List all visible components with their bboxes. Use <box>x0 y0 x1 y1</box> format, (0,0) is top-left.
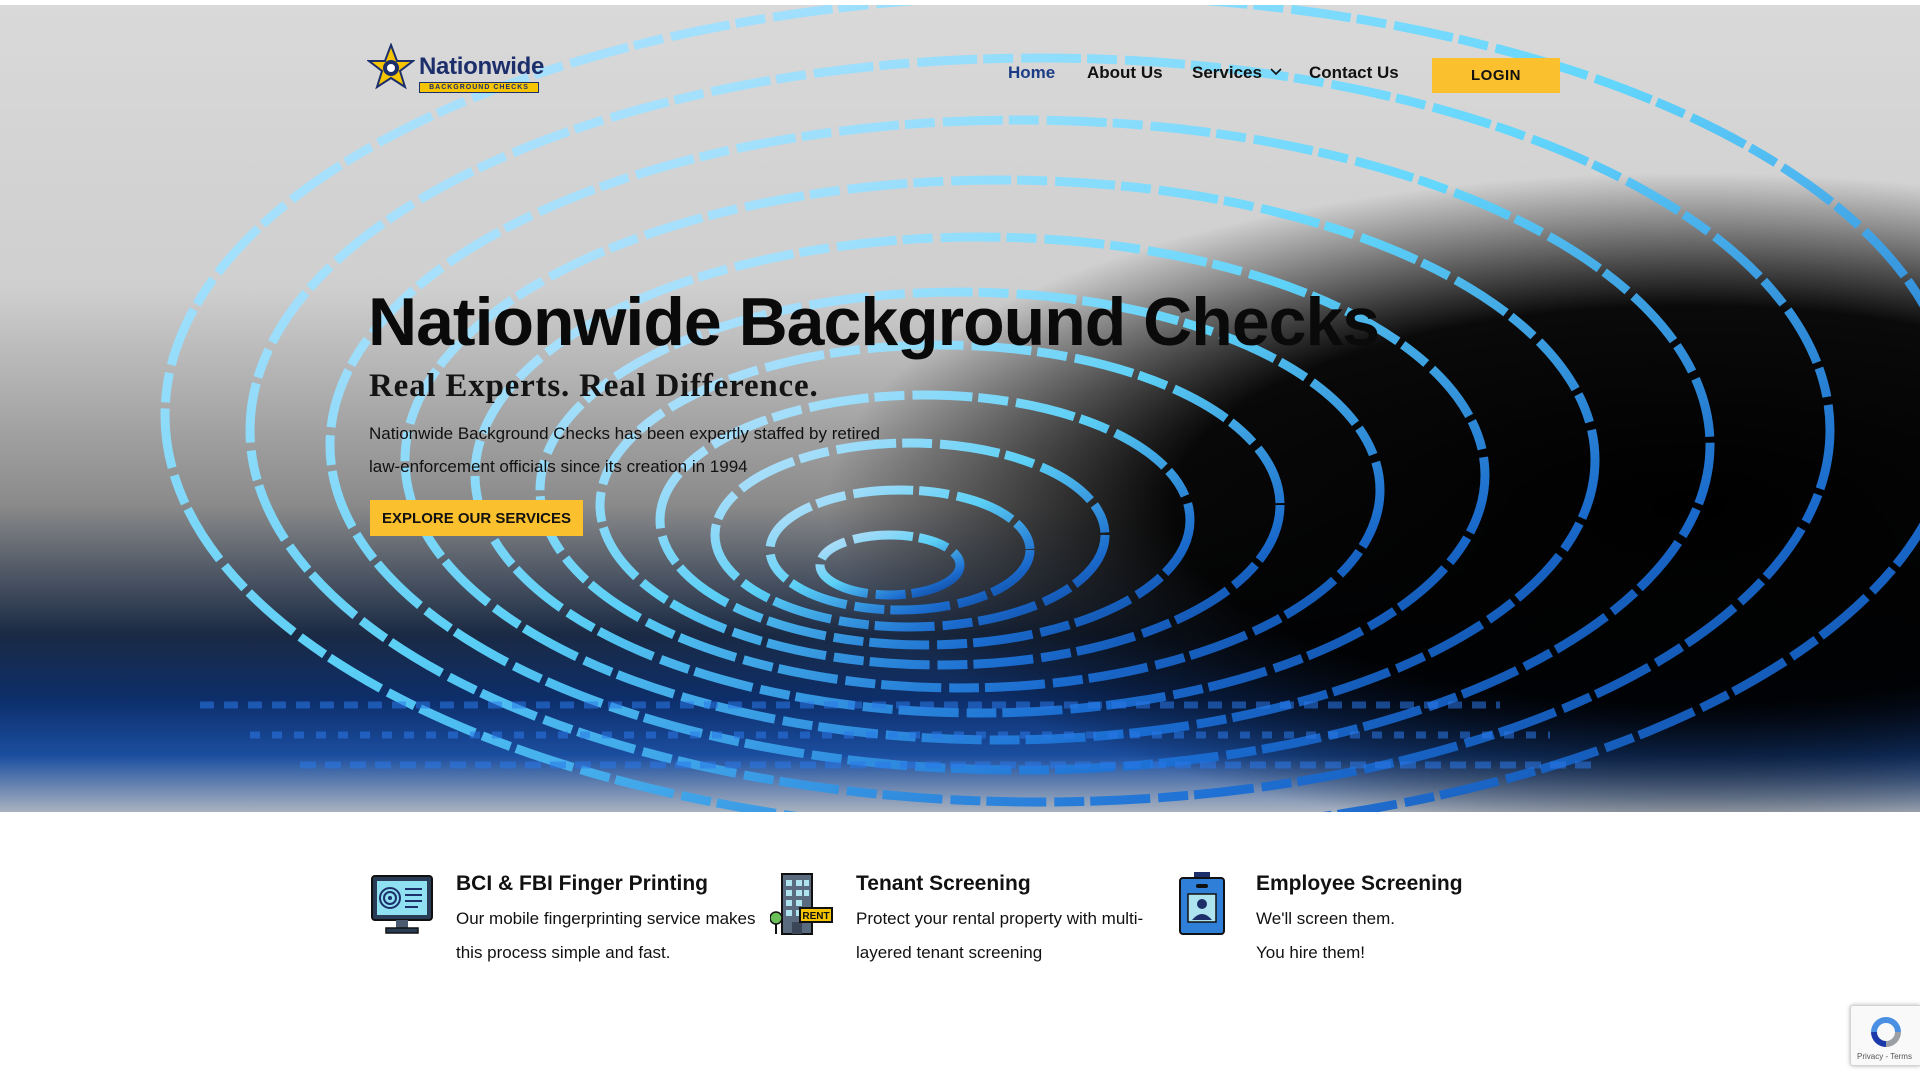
logo-tagline-strip: BACKGROUND CHECKS <box>419 82 539 93</box>
recaptcha-links[interactable]: Privacy - Terms <box>1857 1052 1912 1061</box>
service-title: BCI & FBI Finger Printing <box>456 872 708 895</box>
nav-home[interactable]: Home <box>1008 63 1055 83</box>
fingerprint-background-image <box>160 5 1920 812</box>
recaptcha-badge[interactable]: Privacy - Terms <box>1850 1005 1920 1066</box>
badge-star-icon <box>366 42 416 90</box>
chevron-down-icon <box>1270 68 1282 76</box>
hero-description: Nationwide Background Checks has been ex… <box>369 424 880 476</box>
service-description-line: We'll screen them. <box>1256 909 1395 928</box>
nav-contact-us[interactable]: Contact Us <box>1309 63 1399 83</box>
svg-text:RENT: RENT <box>802 911 829 922</box>
service-title: Employee Screening <box>1256 872 1463 895</box>
service-description: Our mobile fingerprinting service makes … <box>456 909 756 962</box>
hero-section: Nationwide BACKGROUND CHECKS Home About … <box>0 5 1920 812</box>
explore-services-button[interactable]: EXPLORE OUR SERVICES <box>370 500 583 536</box>
nav-about-us[interactable]: About Us <box>1087 63 1163 83</box>
site-logo[interactable]: Nationwide BACKGROUND CHECKS <box>366 42 545 99</box>
logo-wordmark: Nationwide <box>419 53 545 80</box>
hero-subtitle: Real Experts. Real Difference. <box>369 368 819 404</box>
fingerprint-monitor-icon <box>371 875 433 934</box>
hero-title: Nationwide Background Checks <box>368 284 1380 360</box>
service-title: Tenant Screening <box>856 872 1031 895</box>
id-badge-icon <box>1179 872 1225 935</box>
recaptcha-icon <box>1871 1017 1901 1047</box>
service-description: We'll screen them. You hire them! <box>1256 902 1556 970</box>
login-button[interactable]: LOGIN <box>1432 58 1560 93</box>
nav-services-label: Services <box>1192 63 1262 82</box>
logo-tagline: BACKGROUND CHECKS <box>429 84 529 91</box>
service-description: Protect your rental property with multi-… <box>856 909 1144 962</box>
nav-services[interactable]: Services <box>1192 63 1282 83</box>
rent-building-icon: RENT <box>770 873 833 935</box>
service-description-line: You hire them! <box>1256 943 1365 962</box>
